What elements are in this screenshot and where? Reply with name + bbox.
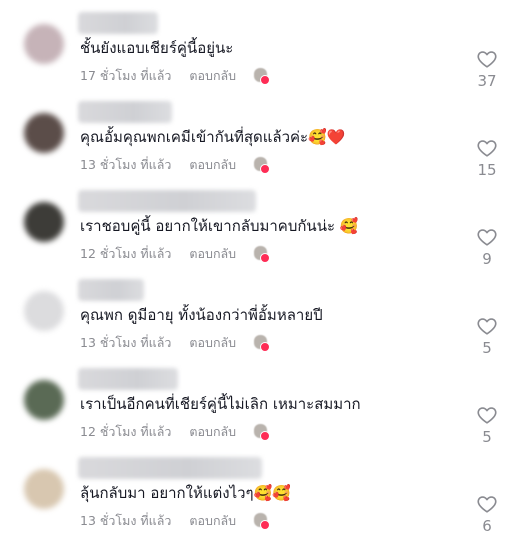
avatar[interactable] — [24, 291, 64, 331]
creator-liked-badge-icon — [254, 68, 271, 85]
comment-time: 12 ชั่วโมง ที่แล้ว — [80, 246, 172, 261]
username-blurred[interactable] — [78, 12, 158, 34]
avatar[interactable] — [24, 202, 64, 242]
reply-button[interactable]: ตอบกลับ — [189, 511, 236, 531]
creator-liked-badge-icon — [254, 246, 271, 263]
comment-text: ชั้นยังแอบเชียร์คู่นี้อยู่นะ — [80, 39, 234, 57]
like-count: 5 — [482, 428, 492, 446]
comment-meta: 17 ชั่วโมง ที่แล้ว ตอบกลับ — [80, 66, 271, 86]
avatar[interactable] — [24, 469, 64, 509]
heart-outline-icon[interactable] — [477, 228, 497, 246]
comment-item: คุณอั้มคุณพกเคมีเข้ากันที่สุดแล้วค่ะ🥰❤️ … — [0, 99, 519, 187]
comment-list: ชั้นยังแอบเชียร์คู่นี้อยู่นะ 17 ชั่วโมง … — [0, 0, 519, 546]
comment-text: เราเป็นอีกคนที่เชียร์คู่นี้ไม่เลิก เหมาะ… — [80, 395, 361, 413]
creator-liked-badge-icon — [254, 335, 271, 352]
comment-item: คุณพก ดูมีอายุ ทั้งน้องกว่าพี่อั้มหลายปี… — [0, 277, 519, 365]
comment-meta: 13 ชั่วโมง ที่แล้ว ตอบกลับ — [80, 511, 271, 531]
comment-meta: 13 ชั่วโมง ที่แล้ว ตอบกลับ — [80, 155, 271, 175]
reply-button[interactable]: ตอบกลับ — [189, 155, 236, 175]
comment-meta: 12 ชั่วโมง ที่แล้ว ตอบกลับ — [80, 244, 271, 264]
comment-item: เราชอบคู่นี้ อยากให้เขากลับมาคบกันน่ะ 🥰 … — [0, 188, 519, 276]
reply-button[interactable]: ตอบกลับ — [189, 333, 236, 353]
badge-heart-icon — [260, 431, 271, 441]
like-button[interactable]: 37 — [472, 50, 502, 90]
avatar[interactable] — [24, 380, 64, 420]
like-count: 6 — [482, 517, 492, 535]
badge-heart-icon — [260, 342, 271, 352]
avatar[interactable] — [24, 113, 64, 153]
comment-item: เราเป็นอีกคนที่เชียร์คู่นี้ไม่เลิก เหมาะ… — [0, 366, 519, 454]
comment-time: 17 ชั่วโมง ที่แล้ว — [80, 68, 172, 83]
badge-heart-icon — [260, 520, 271, 530]
like-button[interactable]: 5 — [472, 317, 502, 357]
like-button[interactable]: 9 — [472, 228, 502, 268]
comment-meta: 13 ชั่วโมง ที่แล้ว ตอบกลับ — [80, 333, 271, 353]
creator-liked-badge-icon — [254, 424, 271, 441]
comment-meta: 12 ชั่วโมง ที่แล้ว ตอบกลับ — [80, 422, 271, 442]
username-blurred[interactable] — [78, 457, 262, 479]
comment-item: ชั้นยังแอบเชียร์คู่นี้อยู่นะ 17 ชั่วโมง … — [0, 10, 519, 98]
comment-time: 12 ชั่วโมง ที่แล้ว — [80, 424, 172, 439]
username-blurred[interactable] — [78, 101, 172, 123]
comment-time: 13 ชั่วโมง ที่แล้ว — [80, 513, 172, 528]
comment-text: คุณพก ดูมีอายุ ทั้งน้องกว่าพี่อั้มหลายปี — [80, 306, 323, 324]
like-button[interactable]: 6 — [472, 495, 502, 535]
username-blurred[interactable] — [78, 190, 256, 212]
creator-liked-badge-icon — [254, 513, 271, 530]
avatar[interactable] — [24, 24, 64, 64]
heart-outline-icon[interactable] — [477, 406, 497, 424]
reply-button[interactable]: ตอบกลับ — [189, 422, 236, 442]
reply-button[interactable]: ตอบกลับ — [189, 66, 236, 86]
creator-liked-badge-icon — [254, 157, 271, 174]
like-count: 9 — [482, 250, 492, 268]
comment-text: คุณอั้มคุณพกเคมีเข้ากันที่สุดแล้วค่ะ🥰❤️ — [80, 128, 346, 146]
badge-heart-icon — [260, 164, 271, 174]
badge-heart-icon — [260, 75, 271, 85]
comment-item: ลุ้นกลับมา อยากให้แต่งไวๆ🥰🥰 13 ชั่วโมง ท… — [0, 455, 519, 543]
username-blurred[interactable] — [78, 368, 178, 390]
like-button[interactable]: 5 — [472, 406, 502, 446]
comment-text: เราชอบคู่นี้ อยากให้เขากลับมาคบกันน่ะ 🥰 — [80, 217, 359, 235]
comment-time: 13 ชั่วโมง ที่แล้ว — [80, 335, 172, 350]
like-count: 37 — [477, 72, 497, 90]
username-blurred[interactable] — [78, 279, 144, 301]
heart-outline-icon[interactable] — [477, 317, 497, 335]
heart-outline-icon[interactable] — [477, 495, 497, 513]
reply-button[interactable]: ตอบกลับ — [189, 244, 236, 264]
heart-outline-icon[interactable] — [477, 50, 497, 68]
comment-text: ลุ้นกลับมา อยากให้แต่งไวๆ🥰🥰 — [80, 484, 291, 502]
badge-heart-icon — [260, 253, 271, 263]
comment-time: 13 ชั่วโมง ที่แล้ว — [80, 157, 172, 172]
like-button[interactable]: 15 — [472, 139, 502, 179]
heart-outline-icon[interactable] — [477, 139, 497, 157]
like-count: 5 — [482, 339, 492, 357]
like-count: 15 — [477, 161, 497, 179]
